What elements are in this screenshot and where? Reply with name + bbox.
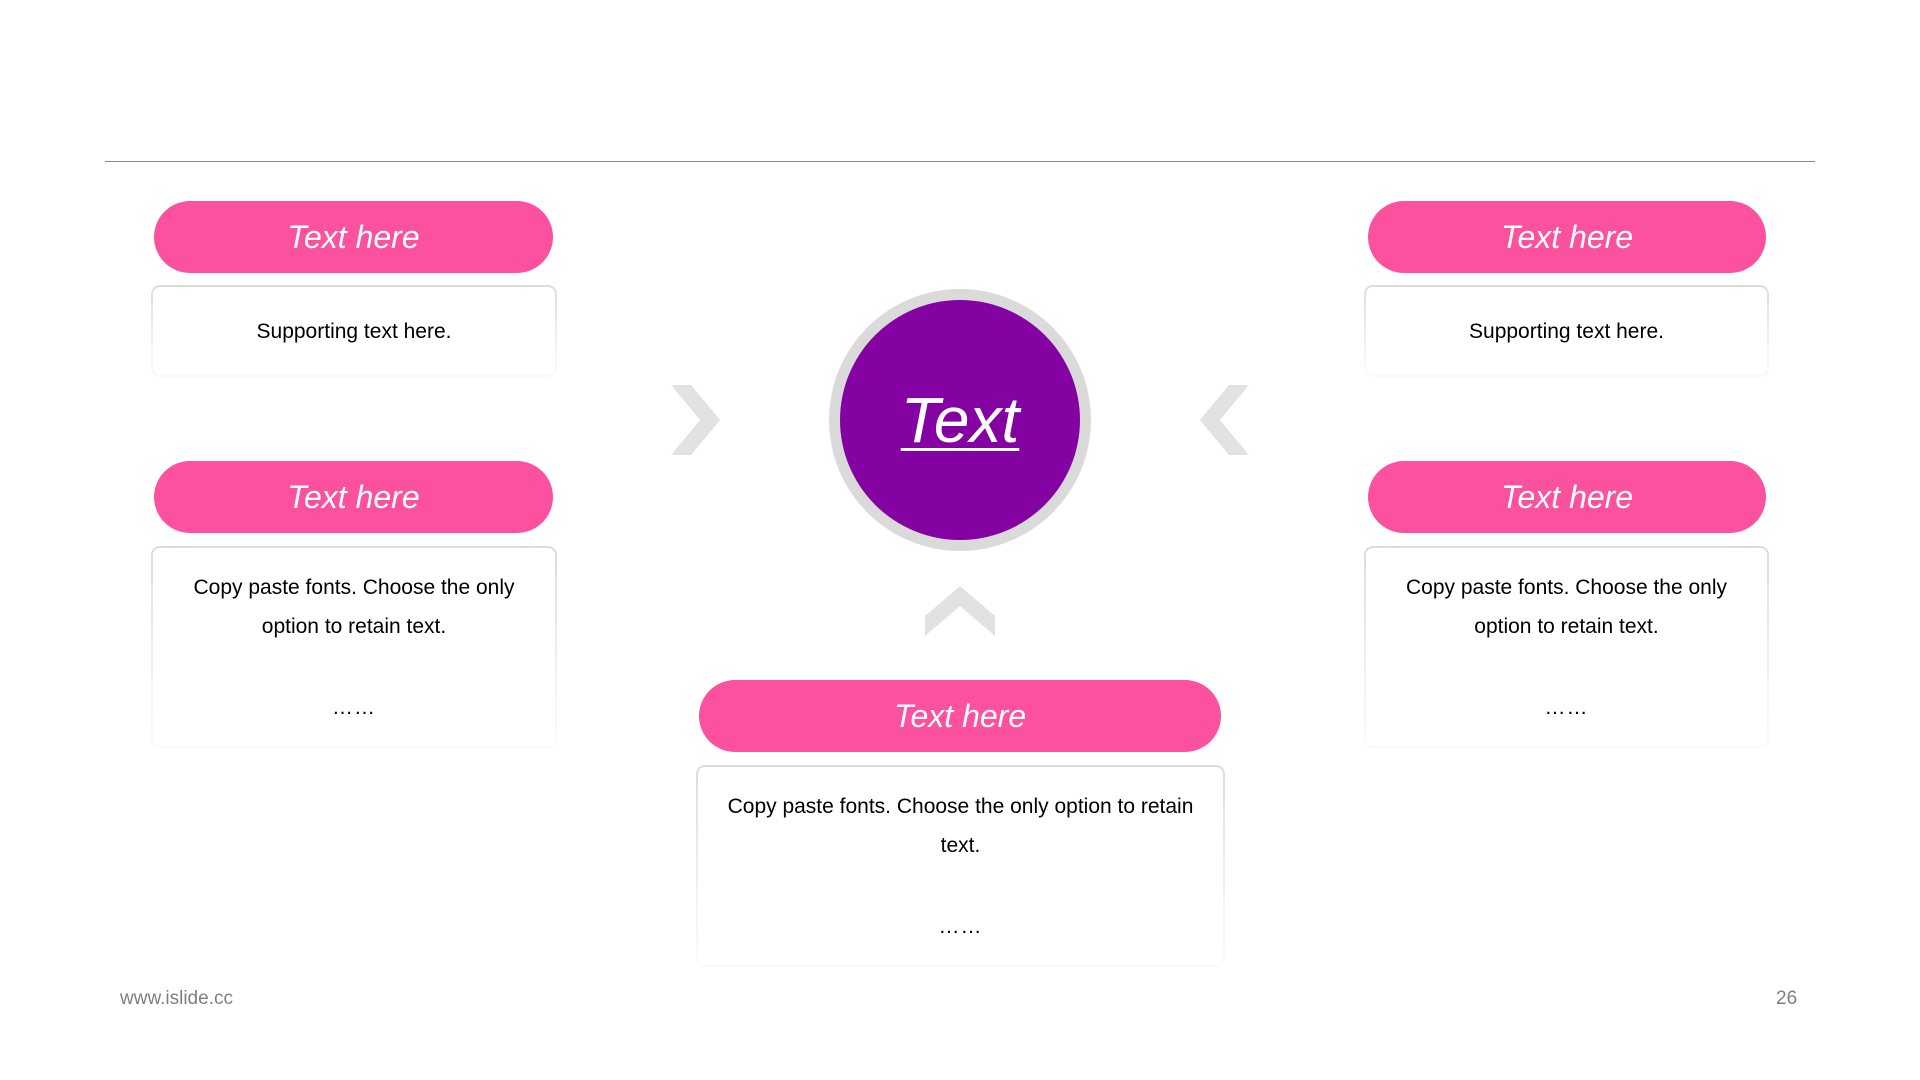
center-circle[interactable]: Text — [840, 300, 1080, 540]
top-right-title-pill[interactable]: Text here — [1368, 201, 1766, 273]
chevron-right-icon — [671, 385, 720, 455]
top-left-title-pill[interactable]: Text here — [154, 201, 553, 273]
mid-left-body: Copy paste fonts. Choose the only option… — [193, 576, 515, 638]
top-right-card: Supporting text here. — [1364, 285, 1769, 377]
mid-right-title: Text here — [1500, 478, 1634, 515]
mid-left-title: Text here — [287, 478, 420, 515]
top-left-title: Text here — [287, 218, 420, 255]
chevron-right-shape — [671, 385, 720, 455]
page-number: 26 — [1776, 988, 1798, 1009]
mid-left-card: Copy paste fonts. Choose the only option… — [151, 546, 557, 748]
center-label: Text — [900, 384, 1020, 456]
chevron-up-shape — [925, 586, 995, 636]
chevron-left-icon — [1200, 385, 1249, 455]
mid-right-ellipsis: …… — [1544, 696, 1589, 719]
bottom-body: Copy paste fonts. Choose the only option… — [727, 795, 1194, 857]
chevron-up-icon — [925, 586, 995, 636]
footer-url[interactable]: www.islide.cc — [120, 988, 233, 1010]
bottom-title: Text here — [893, 697, 1027, 734]
top-right-body: Supporting text here. — [1469, 319, 1664, 343]
top-left-card: Supporting text here. — [151, 285, 557, 377]
chevron-left-shape — [1200, 385, 1249, 455]
bottom-ellipsis: …… — [938, 915, 983, 938]
mid-right-title-pill[interactable]: Text here — [1368, 461, 1766, 533]
mid-left-ellipsis: …… — [332, 696, 376, 719]
top-left-body: Supporting text here. — [256, 319, 452, 343]
mid-left-title-pill[interactable]: Text here — [154, 461, 553, 533]
top-right-title: Text here — [1500, 218, 1634, 255]
header-divider — [105, 161, 1815, 162]
bottom-card: Copy paste fonts. Choose the only option… — [696, 765, 1225, 967]
mid-right-card: Copy paste fonts. Choose the only option… — [1364, 546, 1769, 748]
bottom-title-pill[interactable]: Text here — [699, 680, 1221, 752]
mid-right-body: Copy paste fonts. Choose the only option… — [1405, 576, 1728, 638]
